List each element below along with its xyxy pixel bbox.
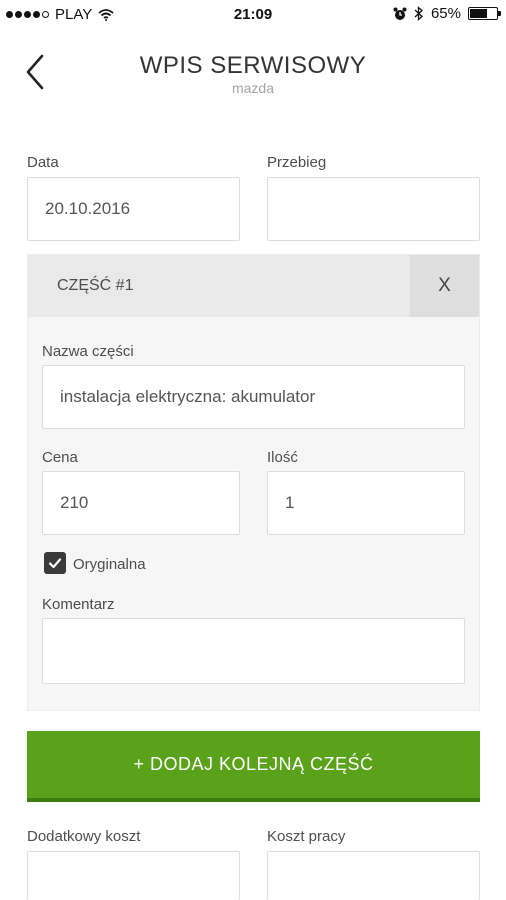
part-header: CZĘŚĆ #1 X [28, 255, 479, 317]
extra-cost-field[interactable] [27, 851, 240, 900]
price-label: Cena [42, 449, 78, 466]
battery-icon [468, 7, 501, 20]
quantity-field[interactable]: 1 [267, 471, 465, 535]
status-bar: PLAY 21:09 65% [0, 0, 506, 30]
comment-label: Komentarz [42, 596, 115, 613]
checkmark-icon [48, 558, 62, 569]
part-name-label: Nazwa części [42, 343, 134, 360]
status-right: 65% [393, 5, 501, 22]
mileage-field[interactable] [267, 177, 480, 241]
quantity-label: Ilość [267, 449, 298, 466]
part-title: CZĘŚĆ #1 [57, 277, 134, 294]
date-field[interactable]: 20.10.2016 [27, 177, 240, 241]
original-checkbox[interactable] [44, 552, 66, 574]
comment-field[interactable] [42, 618, 465, 684]
page-title: WPIS SERWISOWY [139, 52, 367, 79]
navigation-bar: WPIS SERWISOWY mazda [0, 30, 506, 110]
bluetooth-icon [414, 6, 423, 21]
extra-cost-label: Dodatkowy koszt [27, 828, 141, 845]
original-label[interactable]: Oryginalna [73, 556, 146, 573]
remove-part-button[interactable]: X [410, 255, 479, 317]
mileage-label: Przebieg [267, 154, 327, 171]
battery-percent: 65% [430, 5, 461, 22]
part-name-field[interactable]: instalacja elektryczna: akumulator [42, 365, 465, 429]
date-label: Data [27, 154, 59, 171]
labor-cost-label: Koszt pracy [267, 828, 346, 845]
add-part-button[interactable]: + DODAJ KOLEJNĄ CZĘŚĆ [27, 731, 480, 802]
labor-cost-field[interactable] [267, 851, 480, 900]
battery-level [470, 9, 487, 18]
page-subtitle: mazda [231, 80, 275, 96]
price-field[interactable]: 210 [42, 471, 240, 535]
alarm-icon [393, 7, 407, 20]
